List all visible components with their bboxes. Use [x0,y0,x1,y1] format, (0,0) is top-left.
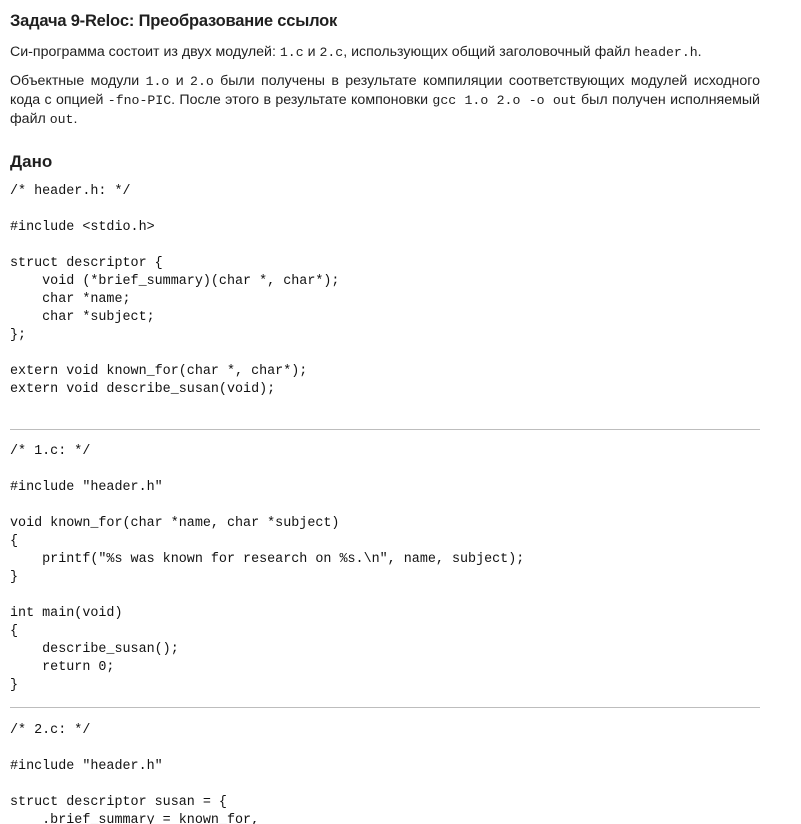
section-divider [10,429,760,430]
inline-code-obj-2o: 2.o [190,74,214,89]
intro-text: . [697,44,702,60]
inline-code-executable: out [49,112,74,127]
code-block-2c: /* 2.c: */ #include "header.h" struct de… [10,723,260,824]
code-block-1c: /* 1.c: */ #include "header.h" void know… [10,444,525,693]
intro-text: Си-программа состоит из двух модулей: [10,44,280,60]
intro-text: . [73,111,78,127]
inline-code-flag: -fno-PIC [107,93,172,108]
inline-code-header: header.h [634,45,698,60]
section-divider [10,707,760,708]
given-heading: Дано [10,152,53,171]
intro-text: Объектные модули [10,73,146,89]
code-block-header-h: /* header.h: */ #include <stdio.h> struc… [10,184,340,397]
intro-text: . После этого в результате компоновки [171,92,433,108]
intro-text: , использующих общий заголовочный файл [343,44,635,60]
intro-paragraph-modules: Си-программа состоит из двух модулей: 1.… [10,43,760,62]
intro-text: и [303,44,320,60]
inline-code-file-2c: 2.c [319,45,344,60]
inline-code-file-1c: 1.c [279,45,304,60]
task-title: Задача 9-Reloc: Преобразование ссылок [10,12,338,30]
inline-code-gcc-command: gcc 1.o 2.o -o out [432,93,577,108]
intro-paragraph-build: Объектные модули 1.o и 2.o были получены… [10,72,760,129]
intro-text: и [169,73,191,89]
inline-code-obj-1o: 1.o [145,74,170,89]
document-page: Задача 9-Reloc: Преобразование ссылок Си… [0,0,801,824]
